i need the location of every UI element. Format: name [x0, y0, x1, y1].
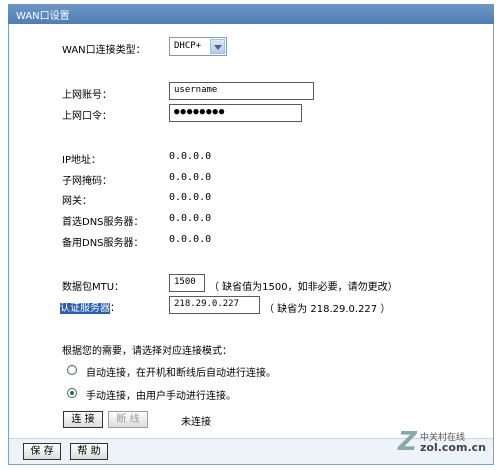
- disconnect-button[interactable]: 断 线: [108, 411, 148, 428]
- connection-status: 未连接: [181, 417, 211, 428]
- connect-button[interactable]: 连 接: [63, 411, 103, 428]
- username-input[interactable]: username: [169, 82, 314, 100]
- manual-connect-label: 手动连接，由用户手动进行连接。: [86, 391, 236, 402]
- zol-watermark: Z 中关村在线 zol.com.cn: [398, 428, 488, 458]
- secondary-dns-label: 备用DNS服务器：: [62, 238, 144, 249]
- auth-server-colon: ：: [110, 303, 120, 314]
- help-button[interactable]: 帮 助: [70, 443, 108, 460]
- title-bar: WAN口设置: [8, 4, 494, 24]
- auth-server-label: 认证服务器: [60, 303, 110, 314]
- wan-type-label: WAN口连接类型：: [62, 45, 146, 56]
- mtu-hint: （ 缺省值为1500，如非必要，请勿更改）: [209, 282, 398, 293]
- auth-server-label-row: 认证服务器：: [60, 299, 120, 314]
- window-title: WAN口设置: [16, 11, 70, 22]
- auth-server-hint: （ 缺省为 218.29.0.227 ）: [264, 304, 391, 315]
- manual-connect-radio[interactable]: [67, 388, 77, 398]
- subnet-label: 子网掩码：: [62, 176, 112, 187]
- subnet-value: 0.0.0.0: [169, 172, 212, 183]
- username-label: 上网账号：: [62, 90, 112, 101]
- ip-value: 0.0.0.0: [169, 151, 212, 162]
- save-button[interactable]: 保 存: [23, 443, 61, 460]
- primary-dns-value: 0.0.0.0: [169, 213, 212, 224]
- gateway-label: 网关：: [62, 196, 92, 207]
- auto-connect-radio[interactable]: [67, 365, 77, 375]
- mode-prompt: 根据您的需要，请选择对应连接模式：: [62, 346, 232, 357]
- zol-logo-icon: Z: [398, 427, 417, 457]
- auto-connect-label: 自动连接，在开机和断线后自动进行连接。: [86, 368, 276, 379]
- ip-label: IP地址：: [62, 155, 101, 166]
- wan-type-select[interactable]: DHCP+: [169, 37, 227, 56]
- gateway-value: 0.0.0.0: [169, 192, 212, 203]
- mtu-label: 数据包MTU：: [62, 282, 125, 293]
- primary-dns-label: 首选DNS服务器：: [62, 217, 144, 228]
- password-input[interactable]: ●●●●●●●●: [169, 104, 302, 122]
- chevron-down-icon[interactable]: [210, 39, 225, 54]
- auth-server-input[interactable]: 218.29.0.227: [169, 296, 260, 314]
- password-label: 上网口令：: [62, 111, 112, 122]
- mtu-input[interactable]: 1500: [169, 274, 205, 292]
- watermark-site: zol.com.cn: [420, 441, 486, 454]
- secondary-dns-value: 0.0.0.0: [169, 234, 212, 245]
- wan-type-selected: DHCP+: [174, 41, 202, 51]
